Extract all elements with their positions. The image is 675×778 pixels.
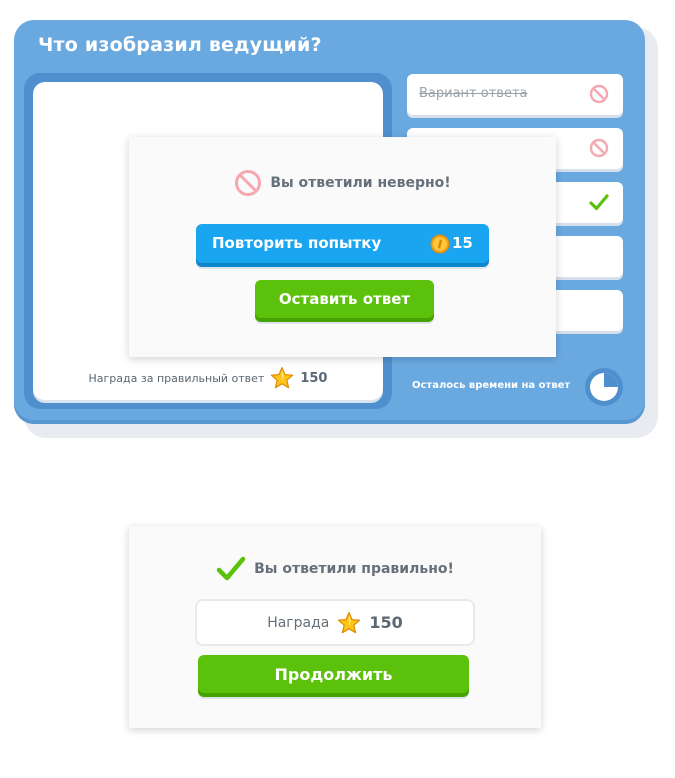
reward-points: 150 — [369, 613, 403, 632]
wrong-answer-message: Вы ответили неверно! — [270, 175, 451, 191]
continue-button[interactable]: Продолжить — [198, 655, 469, 693]
reward-row: Награда за правильный ответ 150 — [33, 366, 383, 390]
timer-icon — [585, 368, 623, 406]
blocked-icon — [589, 84, 609, 104]
wrong-answer-modal: Вы ответили неверно! Повторить попытку 1… — [129, 137, 556, 357]
reward-label: Награда — [267, 614, 330, 631]
reward-label: Награда за правильный ответ — [88, 371, 265, 385]
correct-answer-message: Вы ответили правильно! — [254, 561, 454, 577]
correct-answer-modal: Вы ответили правильно! Награда 150 Продо… — [129, 526, 541, 728]
checkmark-icon — [216, 556, 246, 581]
checkmark-icon — [589, 194, 609, 211]
coin-icon — [430, 234, 450, 254]
correct-answer-message-row: Вы ответили правильно! — [129, 556, 541, 582]
wrong-answer-message-row: Вы ответили неверно! — [129, 169, 556, 197]
reward-points: 150 — [300, 370, 328, 386]
keep-answer-button[interactable]: Оставить ответ — [255, 280, 434, 318]
reward-box: Награда 150 — [195, 599, 475, 646]
blocked-icon — [589, 138, 609, 158]
continue-button-label: Продолжить — [274, 664, 393, 684]
panel-title: Что изобразил ведущий? — [38, 34, 322, 56]
star-icon — [338, 611, 361, 633]
timer-label: Осталось времени на ответ — [412, 380, 571, 391]
retry-cost: 15 — [452, 234, 473, 252]
answer-option-label: Вариант ответа — [419, 86, 528, 101]
blocked-icon — [235, 170, 262, 196]
retry-button-label: Повторить попытку — [212, 234, 382, 252]
answer-option-1[interactable]: Вариант ответа — [407, 74, 623, 115]
keep-answer-label: Оставить ответ — [278, 290, 411, 308]
star-icon — [271, 366, 294, 389]
retry-button[interactable]: Повторить попытку 15 — [196, 224, 489, 263]
